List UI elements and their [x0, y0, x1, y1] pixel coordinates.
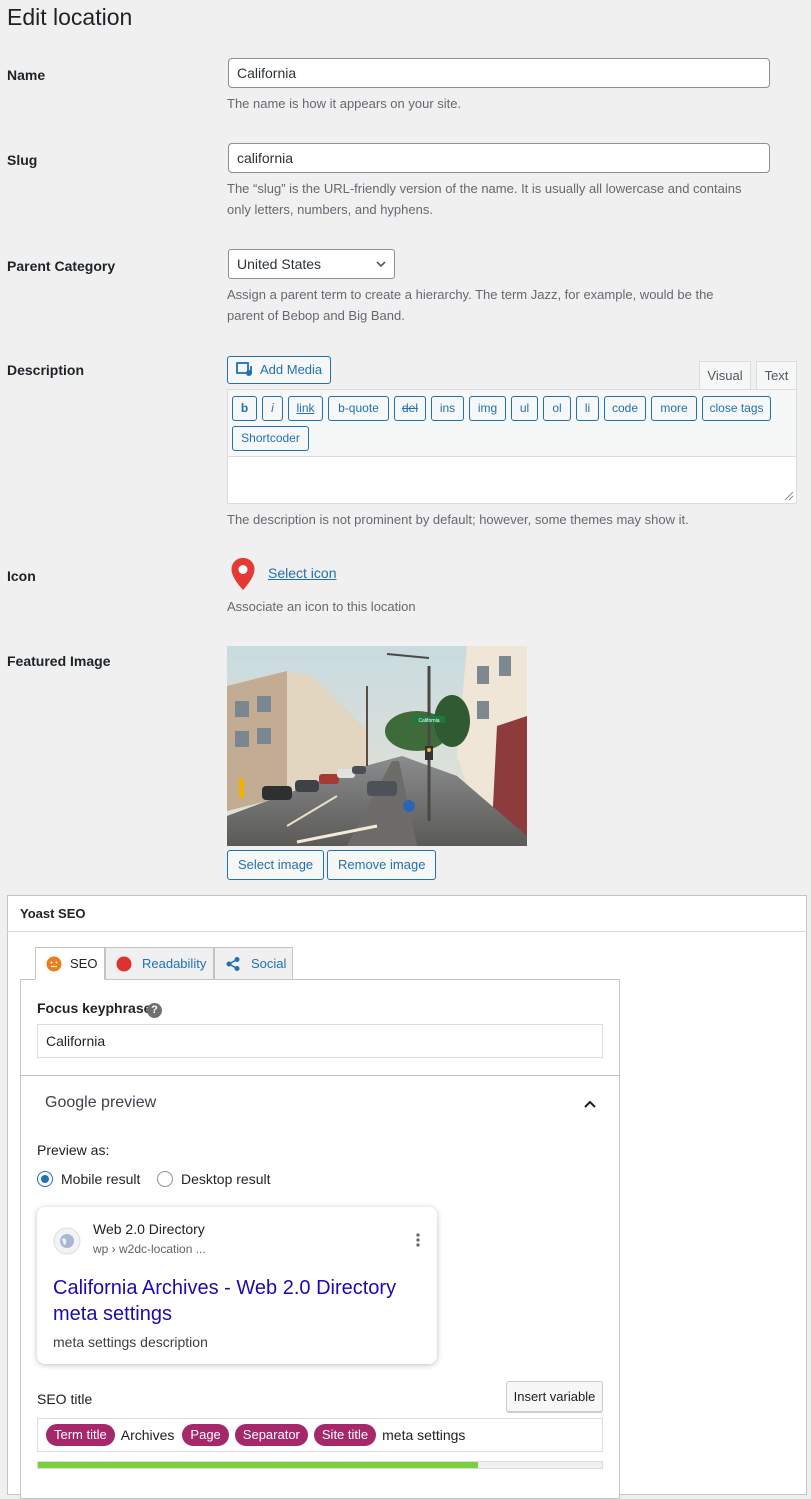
focus-keyphrase-label: Focus keyphrase [37, 1000, 152, 1016]
archives-text: Archives [120, 1427, 175, 1443]
remove-image-button[interactable]: Remove image [327, 850, 437, 880]
qt-img-button[interactable]: img [469, 396, 506, 421]
seo-title-progress-bar [37, 1461, 603, 1469]
qt-li-button[interactable]: li [576, 396, 599, 421]
qt-italic-button[interactable]: i [262, 396, 283, 421]
qt-ul-button[interactable]: ul [511, 396, 538, 421]
preview-breadcrumb: wp › w2dc-location ... [93, 1242, 206, 1256]
qt-del-button[interactable]: del [394, 396, 426, 421]
icon-label: Icon [7, 568, 36, 584]
tab-readability-label: Readability [142, 955, 207, 971]
tab-visual[interactable]: Visual [699, 361, 751, 390]
qt-ins-button[interactable]: ins [431, 396, 464, 421]
parent-help-line2: parent of Bebop and Big Band. [227, 308, 405, 323]
media-icon [236, 362, 252, 376]
add-media-button[interactable]: Add Media [227, 356, 332, 384]
qt-bold-button[interactable]: b [232, 396, 257, 421]
insert-variable-button[interactable]: Insert variable [506, 1381, 603, 1412]
select-image-button[interactable]: Select image [227, 850, 325, 880]
meta-settings-text: meta settings [382, 1427, 466, 1443]
tab-seo[interactable]: SEO [35, 947, 105, 980]
seo-title-input[interactable]: Term title Archives Page Separator Site … [37, 1418, 603, 1452]
slug-input[interactable]: california [228, 143, 770, 173]
focus-keyphrase-input[interactable]: California [37, 1024, 603, 1058]
more-options-icon[interactable] [415, 1232, 421, 1248]
google-preview-heading[interactable]: Google preview [45, 1094, 156, 1112]
qt-ol-button[interactable]: ol [543, 396, 571, 421]
parent-category-value: United States [237, 256, 322, 272]
preview-site-name: Web 2.0 Directory [93, 1221, 205, 1237]
desktop-result-radio[interactable] [157, 1171, 173, 1187]
parent-help-line1: Assign a parent term to create a hierarc… [227, 287, 714, 302]
description-textarea[interactable] [227, 456, 797, 504]
description-help: The description is not prominent by defa… [227, 512, 689, 527]
qt-shortcoder-button[interactable]: Shortcoder [232, 426, 309, 451]
preview-as-label: Preview as: [37, 1142, 110, 1158]
section-divider [21, 1075, 619, 1076]
chevron-down-icon [376, 261, 386, 268]
slug-help-line1: The “slug” is the URL-friendly version o… [227, 181, 742, 196]
parent-category-label: Parent Category [7, 258, 116, 274]
qt-bquote-button[interactable]: b-quote [328, 396, 389, 421]
qt-code-button[interactable]: code [604, 396, 646, 421]
desktop-result-label[interactable]: Desktop result [181, 1171, 270, 1187]
yoast-header-divider [7, 931, 807, 932]
slug-label: Slug [7, 152, 38, 168]
seo-score-face-icon [46, 956, 62, 971]
name-label: Name [7, 67, 46, 83]
preview-description: meta settings description [53, 1334, 208, 1350]
tab-seo-label: SEO [70, 955, 98, 971]
help-icon[interactable]: ? [147, 1003, 162, 1018]
site-title-variable[interactable]: Site title [313, 1424, 377, 1446]
yoast-title: Yoast SEO [20, 906, 86, 921]
preview-title-line2[interactable]: meta settings [53, 1301, 172, 1327]
chevron-up-icon[interactable] [583, 1097, 597, 1111]
featured-image-preview: California [227, 646, 527, 846]
tab-social[interactable]: Social [214, 947, 293, 980]
icon-help: Associate an icon to this location [227, 599, 416, 614]
qt-close-tags-button[interactable]: close tags [702, 396, 771, 421]
mobile-result-label[interactable]: Mobile result [61, 1171, 140, 1187]
qt-link-button[interactable]: link [288, 396, 323, 421]
seo-title-progress-fill [38, 1462, 478, 1468]
page-variable[interactable]: Page [182, 1424, 229, 1446]
select-icon-link[interactable]: Select icon [268, 565, 336, 581]
share-icon [226, 956, 240, 971]
street-sign-text: California [418, 718, 439, 724]
preview-title-line1[interactable]: California Archives - Web 2.0 Directory [53, 1275, 396, 1301]
seo-title-label: SEO title [37, 1391, 93, 1407]
page-title: Edit location [7, 4, 133, 30]
resize-handle-icon[interactable] [782, 489, 794, 501]
readability-score-icon [116, 956, 132, 971]
add-media-label: Add Media [260, 362, 323, 377]
mobile-result-radio[interactable] [37, 1171, 53, 1187]
parent-category-select[interactable]: United States [228, 249, 395, 279]
description-label: Description [7, 362, 85, 378]
tab-readability[interactable]: Readability [105, 947, 214, 980]
map-marker-icon [231, 558, 255, 590]
slug-help-line2: only letters, numbers, and hyphens. [227, 202, 433, 217]
term-title-variable[interactable]: Term title [46, 1424, 115, 1446]
tab-text[interactable]: Text [756, 361, 797, 390]
separator-variable[interactable]: Separator [234, 1424, 308, 1446]
tab-social-label: Social [251, 955, 287, 971]
name-input[interactable]: California [228, 58, 770, 88]
name-help: The name is how it appears on your site. [227, 96, 462, 111]
globe-icon [53, 1227, 81, 1255]
qt-more-button[interactable]: more [651, 396, 697, 421]
featured-image-label: Featured Image [7, 653, 111, 669]
